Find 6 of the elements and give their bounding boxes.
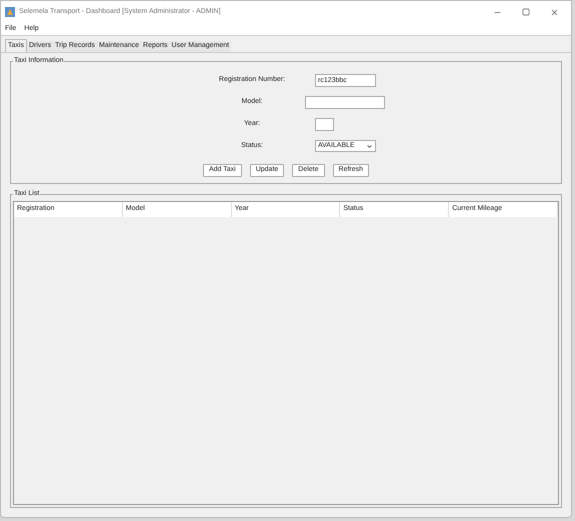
maximize-icon[interactable] [522,8,530,16]
text-field[interactable] [315,118,334,131]
chevron-down-icon [366,142,373,150]
close-icon[interactable] [550,8,559,16]
app-icon [5,7,15,17]
text-field[interactable] [305,96,385,109]
